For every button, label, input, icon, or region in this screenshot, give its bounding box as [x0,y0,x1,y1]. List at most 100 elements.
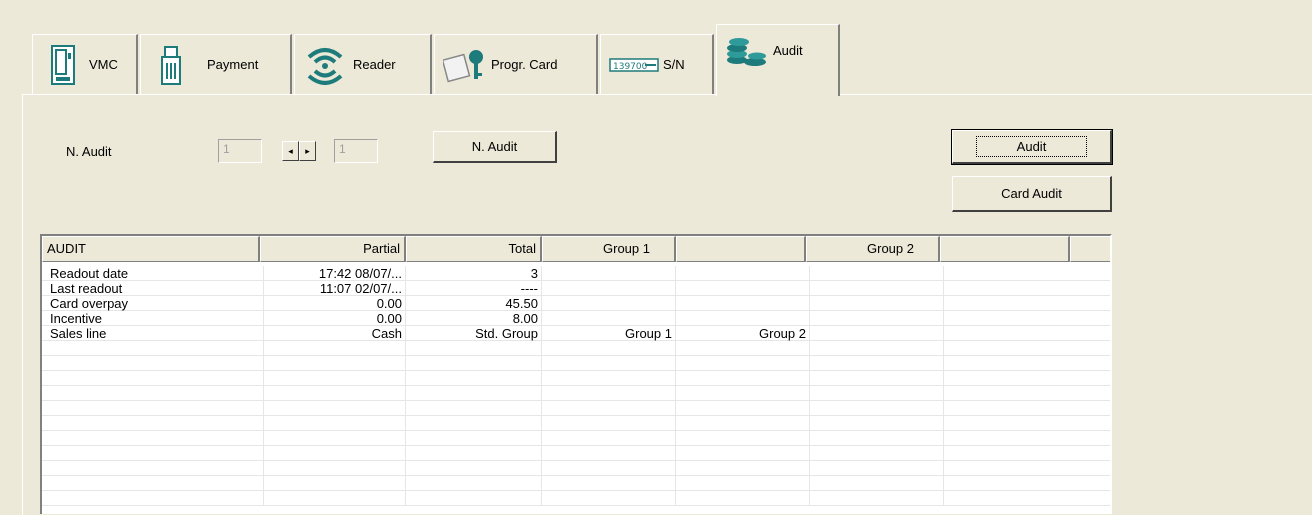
table-cell: Group 2 [676,326,810,341]
table-row[interactable] [42,446,1110,461]
table-cell [676,491,810,506]
table-cell [406,341,542,356]
table-cell: Sales line [42,326,264,341]
table-cell [264,356,406,371]
table-cell [676,446,810,461]
table-cell [406,461,542,476]
header-group-2[interactable]: Group 2 [806,236,940,262]
tab-reader[interactable]: Reader [294,34,432,94]
tab-sn[interactable]: 139700 S/N [600,34,714,94]
wireless-reader-icon [303,43,347,87]
n-audit-button[interactable]: N. Audit [433,131,557,163]
audit-table[interactable]: AUDIT Partial Total Group 1 Group 2 Read… [40,234,1112,514]
table-cell [810,356,944,371]
header-total[interactable]: Total [406,236,542,262]
table-cell: 45.50 [406,296,542,311]
table-row[interactable] [42,386,1110,401]
table-row[interactable]: Last readout 11:07 02/07/... ---- [42,281,1110,296]
vending-machine-icon [41,43,85,87]
header-col-7[interactable] [940,236,1070,262]
table-cell [264,461,406,476]
tab-vmc[interactable]: VMC [32,34,138,94]
table-cell [676,416,810,431]
table-cell [264,431,406,446]
table-cell [42,476,264,491]
tab-label: S/N [663,57,685,72]
table-cell [810,341,944,356]
table-cell [264,476,406,491]
table-cell [42,386,264,401]
arrow-right-icon: ▸ [305,145,310,156]
table-cell [542,311,676,326]
table-cell [810,446,944,461]
audit-button[interactable]: Audit [951,129,1113,165]
table-cell [406,356,542,371]
table-row[interactable] [42,371,1110,386]
table-row[interactable] [42,431,1110,446]
table-cell [676,476,810,491]
table-cell: 3 [406,266,542,281]
table-cell [810,416,944,431]
table-cell [542,476,676,491]
table-cell [810,326,944,341]
table-cell [542,356,676,371]
table-cell: Card overpay [42,296,264,311]
header-col-8[interactable] [1070,236,1110,262]
header-group-1[interactable]: Group 1 [542,236,676,262]
table-cell: ---- [406,281,542,296]
header-partial[interactable]: Partial [260,236,406,262]
audit-to-field[interactable]: 1 [334,139,378,163]
table-row[interactable]: Readout date 17:42 08/07/... 3 [42,266,1110,281]
table-cell [42,431,264,446]
table-cell [944,326,1110,341]
table-cell [944,461,1110,476]
table-cell [542,386,676,401]
table-row[interactable] [42,491,1110,506]
table-cell [264,341,406,356]
coin-mech-icon [149,43,193,87]
table-row[interactable]: Card overpay 0.00 45.50 [42,296,1110,311]
tab-audit[interactable]: Audit [716,24,840,96]
table-cell [542,401,676,416]
tab-label: Progr. Card [491,57,558,72]
tab-progr-card[interactable]: Progr. Card [434,34,598,94]
table-row[interactable]: Sales line Cash Std. Group Group 1 Group 2 [42,326,1110,341]
table-cell [810,461,944,476]
table-cell [542,431,676,446]
table-row[interactable] [42,341,1110,356]
arrow-left-icon: ◂ [288,145,293,156]
tab-label: VMC [89,57,118,72]
card-audit-button[interactable]: Card Audit [952,176,1112,212]
table-cell [406,431,542,446]
table-row[interactable] [42,401,1110,416]
tab-payment[interactable]: Payment [140,34,292,94]
audit-from-field[interactable]: 1 [218,139,262,163]
table-cell [42,461,264,476]
header-audit[interactable]: AUDIT [42,236,260,262]
table-row[interactable] [42,416,1110,431]
table-cell: Group 1 [542,326,676,341]
table-cell: Std. Group [406,326,542,341]
table-cell [944,401,1110,416]
table-cell: Readout date [42,266,264,281]
table-row[interactable] [42,461,1110,476]
table-cell [542,446,676,461]
table-cell [542,281,676,296]
table-cell [944,356,1110,371]
table-row[interactable] [42,356,1110,371]
card-key-icon [443,43,487,87]
table-row[interactable]: Incentive 0.00 8.00 [42,311,1110,326]
table-row[interactable] [42,476,1110,491]
table-cell [944,371,1110,386]
table-cell [42,491,264,506]
spin-left-button[interactable]: ◂ [282,141,299,161]
table-cell [406,371,542,386]
table-cell [810,401,944,416]
header-col-5[interactable] [676,236,806,262]
table-cell [42,371,264,386]
spin-right-button[interactable]: ▸ [299,141,316,161]
table-cell: Cash [264,326,406,341]
table-cell: 11:07 02/07/... [264,281,406,296]
table-cell [676,311,810,326]
table-cell [944,266,1110,281]
